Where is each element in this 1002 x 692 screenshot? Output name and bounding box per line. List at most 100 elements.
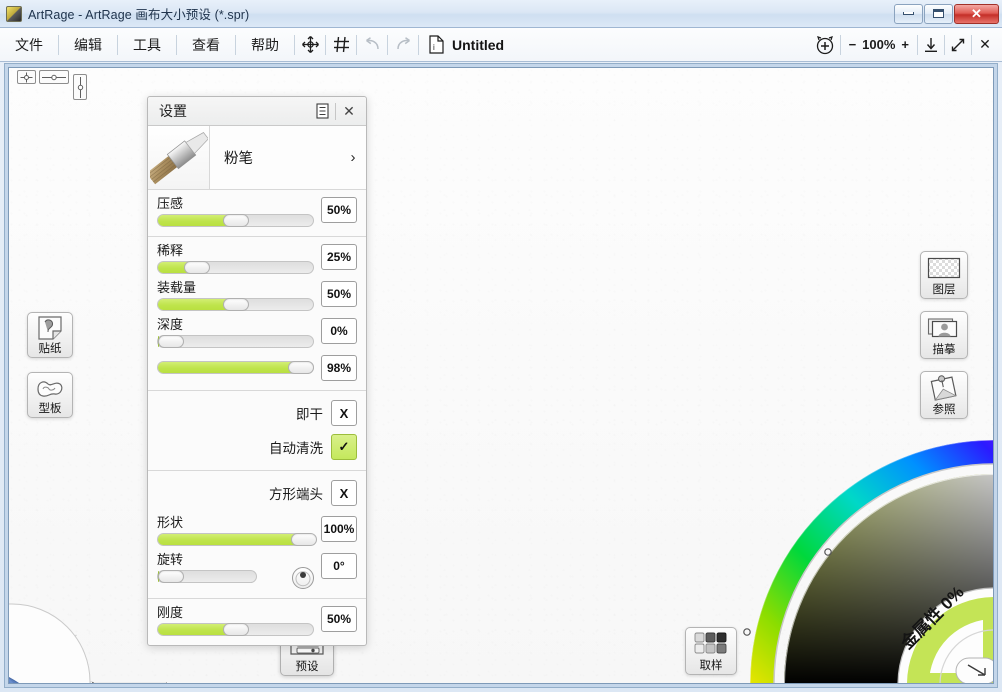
- chevron-right-icon[interactable]: ›: [340, 126, 366, 189]
- zoom-controls: − 100% +: [841, 37, 917, 52]
- slider-label: 刚度: [157, 606, 314, 620]
- settings-panel-header: 设置 ✕: [148, 97, 366, 126]
- rotation-slider[interactable]: [157, 570, 257, 583]
- reference-button[interactable]: 参照: [920, 371, 968, 419]
- sample-label: 取样: [700, 660, 723, 672]
- layers-icon: [921, 252, 967, 284]
- close-document-icon[interactable]: ✕: [972, 28, 998, 62]
- slider-label: 旋转: [157, 553, 285, 567]
- unnamed-slider-value[interactable]: 98%: [321, 355, 357, 381]
- guide-horizontal-line-icon[interactable]: [39, 70, 69, 84]
- slider-label: 形状: [157, 516, 314, 530]
- sticker-label: 贴纸: [39, 343, 62, 355]
- zoom-level-label: 100%: [862, 37, 895, 52]
- tracing-button[interactable]: 描摹: [920, 311, 968, 359]
- depth-value[interactable]: 0%: [321, 318, 357, 344]
- layers-button[interactable]: 图层: [920, 251, 968, 299]
- slider-row: 旋转 0°: [157, 553, 357, 589]
- stencil-label: 型板: [39, 403, 62, 415]
- guide-vertical-line-icon[interactable]: [73, 74, 87, 100]
- preset-label: 预设: [296, 661, 319, 673]
- rotation-value[interactable]: 0°: [321, 553, 357, 579]
- close-icon[interactable]: ✕: [336, 97, 362, 125]
- slider-row: 形状 100%: [157, 516, 357, 546]
- undo-icon[interactable]: [357, 28, 387, 62]
- slider-row: 98%: [157, 355, 357, 381]
- toggle-row: 即干 X: [157, 400, 357, 426]
- menu-item-edit[interactable]: 编辑: [59, 28, 117, 62]
- reference-label: 参照: [933, 404, 956, 416]
- menu-item-help[interactable]: 帮助: [236, 28, 294, 62]
- sticker-button[interactable]: 贴纸: [27, 312, 73, 358]
- tracing-label: 描摹: [933, 344, 956, 356]
- pressure-slider[interactable]: [157, 214, 314, 227]
- slider-row: 压感 50%: [157, 197, 357, 227]
- artrage-window: ArtRage - ArtRage 画布大小预设 (*.spr) ✕ 文件 编辑…: [0, 0, 1002, 692]
- sample-button[interactable]: 取样: [685, 627, 737, 675]
- stiffness-group: 刚度 50%: [148, 599, 366, 645]
- color-sample-grid-icon: [694, 628, 728, 660]
- zoom-out-button[interactable]: −: [849, 37, 857, 52]
- fit-to-screen-icon[interactable]: [918, 28, 944, 62]
- redo-icon[interactable]: [388, 28, 418, 62]
- document-tab[interactable]: i Untitled: [419, 28, 514, 62]
- slider-row: 稀释 25%: [157, 244, 357, 274]
- guide-center-point-icon[interactable]: [17, 70, 36, 84]
- stencil-button[interactable]: 型板: [27, 372, 73, 418]
- brush-selector-row[interactable]: 粉笔 ›: [148, 126, 366, 190]
- toggle-row: 方形端头 X: [157, 480, 357, 506]
- settings-panel-title: 设置: [159, 101, 187, 121]
- depth-slider[interactable]: [157, 335, 314, 348]
- menu-bar: 文件 编辑 工具 查看 帮助: [0, 28, 1002, 62]
- slider-row: 装载量 50%: [157, 281, 357, 311]
- menubar-right-tools: − 100% + ✕: [810, 28, 1002, 62]
- square-head-toggle[interactable]: X: [331, 480, 357, 506]
- paint-group: 稀释 25% 装载量: [148, 237, 366, 391]
- loading-slider[interactable]: [157, 298, 314, 311]
- slider-row: 深度 0%: [157, 318, 357, 348]
- window-controls: ✕: [893, 3, 1002, 25]
- pressure-value[interactable]: 50%: [321, 197, 357, 223]
- thinners-slider[interactable]: [157, 261, 314, 274]
- stiffness-slider[interactable]: [157, 623, 314, 636]
- shape-value[interactable]: 100%: [321, 516, 357, 542]
- thinners-value[interactable]: 25%: [321, 244, 357, 270]
- canvas-guides: [17, 70, 87, 100]
- loading-value[interactable]: 50%: [321, 281, 357, 307]
- brush-name: 粉笔: [210, 126, 340, 189]
- move-canvas-icon[interactable]: [295, 28, 325, 62]
- settings-panel: 设置 ✕: [147, 96, 367, 646]
- fullscreen-icon[interactable]: [945, 28, 971, 62]
- rotation-dial[interactable]: [292, 567, 314, 589]
- menu-item-tools[interactable]: 工具: [118, 28, 176, 62]
- tracing-icon: [921, 312, 967, 344]
- pressure-group: 压感 50%: [148, 190, 366, 237]
- reference-icon: [921, 372, 967, 404]
- shape-slider[interactable]: [157, 533, 314, 546]
- tool-wheel[interactable]: T 50%: [8, 527, 167, 684]
- title-bar: ArtRage - ArtRage 画布大小预设 (*.spr) ✕: [0, 0, 1002, 28]
- close-window-button[interactable]: ✕: [954, 4, 999, 24]
- sticker-icon: [28, 313, 72, 343]
- auto-clean-toggle[interactable]: ✓: [331, 434, 357, 460]
- instant-dry-toggle[interactable]: X: [331, 400, 357, 426]
- minimize-button[interactable]: [894, 4, 923, 24]
- menu-item-view[interactable]: 查看: [177, 28, 235, 62]
- add-document-icon[interactable]: [810, 28, 840, 62]
- stencil-icon: [28, 373, 72, 403]
- menu-item-file[interactable]: 文件: [0, 28, 58, 62]
- zoom-in-button[interactable]: +: [901, 37, 909, 52]
- maximize-button[interactable]: [924, 4, 953, 24]
- slider-label: 深度: [157, 318, 314, 332]
- unnamed-slider[interactable]: [157, 361, 314, 374]
- window-title: ArtRage - ArtRage 画布大小预设 (*.spr): [28, 4, 249, 23]
- canvas-area[interactable]: 贴纸 型板: [8, 67, 994, 684]
- list-menu-icon[interactable]: [309, 97, 335, 125]
- artrage-icon: [6, 6, 22, 22]
- grid-icon[interactable]: [326, 28, 356, 62]
- slider-label: 稀释: [157, 244, 314, 258]
- toggle-group: 即干 X 自动清洗 ✓: [148, 391, 366, 471]
- stiffness-value[interactable]: 50%: [321, 606, 357, 632]
- slider-label: 装载量: [157, 281, 314, 295]
- slider-label: 压感: [157, 197, 314, 211]
